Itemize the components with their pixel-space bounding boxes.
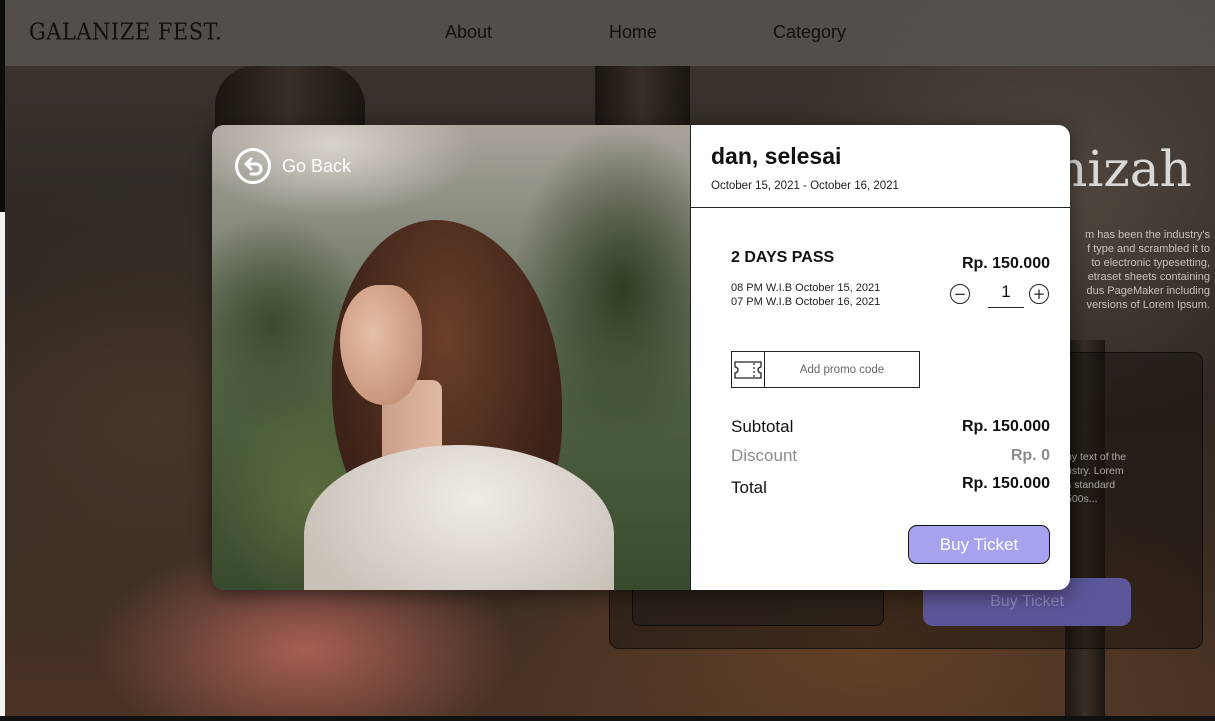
increment-button[interactable]: +	[1029, 284, 1049, 304]
decrement-button[interactable]: −	[950, 284, 970, 304]
event-name: dan, selesai	[711, 143, 842, 169]
subtotal-label: Subtotal	[731, 417, 794, 436]
total-value: Rp. 150.000	[961, 475, 1050, 492]
nav-link-home[interactable]: Home	[609, 22, 657, 43]
background-event-description: m has been the industry's f type and scr…	[1084, 229, 1210, 311]
ticket-price: Rp. 150.000	[961, 255, 1050, 272]
buy-ticket-button[interactable]: Buy Ticket	[908, 525, 1050, 564]
go-back-button[interactable]: Go Back	[234, 147, 351, 185]
discount-label: Discount	[731, 446, 798, 465]
nav-link-category[interactable]: Category	[773, 22, 846, 43]
background-card-text: ny text of the ustry. Lorem s standard 5…	[1066, 451, 1127, 505]
top-navbar: GALANIZE FEST. About Home Category	[5, 0, 1215, 66]
page-bottom-strip	[0, 716, 1215, 721]
promo-code-input[interactable]	[765, 352, 919, 387]
event-dates: October 15, 2021 - October 16, 2021	[711, 180, 899, 192]
total-label: Total	[731, 478, 767, 497]
back-arrow-icon	[235, 148, 271, 184]
ticket-type-name: 2 DAYS PASS	[731, 249, 835, 266]
brand-logo[interactable]: GALANIZE FEST.	[29, 19, 222, 45]
event-photo: Go Back	[212, 125, 690, 590]
ticket-time-day2: 07 PM W.I.B October 16, 2021	[731, 296, 881, 308]
page-edge-strip	[0, 212, 5, 721]
panel-divider	[691, 207, 1070, 208]
ticket-icon	[732, 352, 765, 387]
ticket-time-day1: 08 PM W.I.B October 15, 2021	[731, 282, 881, 294]
subtotal-value: Rp. 150.000	[961, 418, 1050, 435]
discount-value: Rp. 0	[1010, 447, 1050, 464]
go-back-label: Go Back	[282, 155, 352, 176]
nav-link-about[interactable]: About	[445, 22, 492, 43]
quantity-value[interactable]: 1	[988, 282, 1024, 308]
quantity-stepper: − 1 +	[950, 282, 1051, 310]
promo-code-field	[731, 351, 920, 388]
checkout-panel: dan, selesai October 15, 2021 - October …	[690, 125, 1070, 590]
ticket-icon-svg	[734, 360, 762, 379]
ticket-checkout-modal: Go Back dan, selesai October 15, 2021 - …	[212, 125, 1070, 590]
